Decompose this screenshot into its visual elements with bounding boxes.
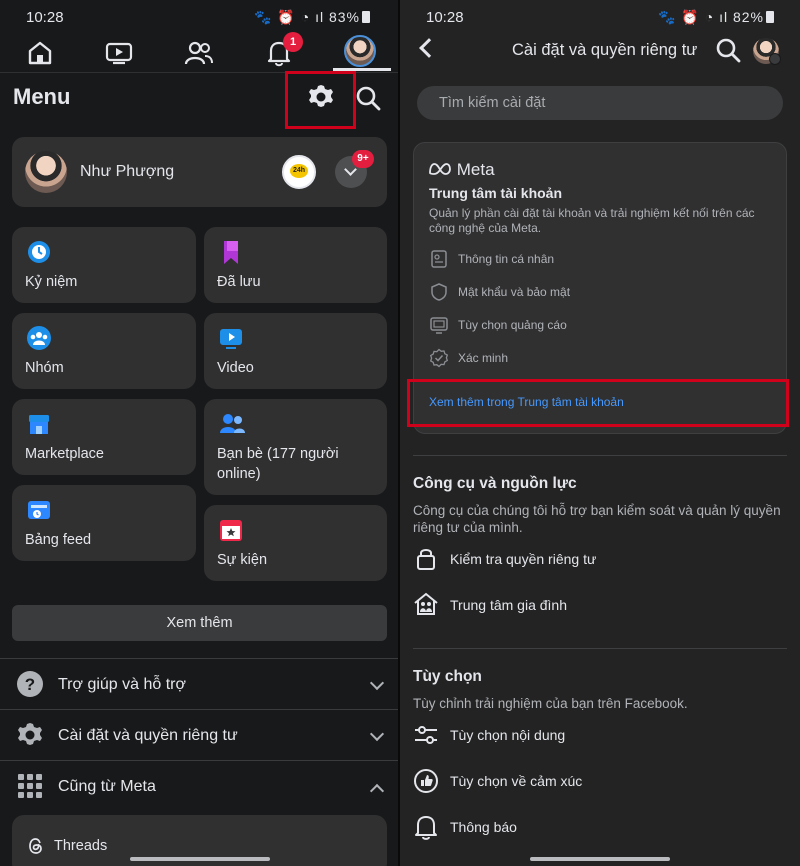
shortcut-label: Bạn bè (177 người online)	[217, 446, 339, 482]
avatar	[25, 151, 67, 193]
battery-level: 82%	[732, 9, 764, 25]
section-divider	[0, 658, 400, 659]
settings-privacy-row[interactable]: Cài đặt và quyền riêng tư	[58, 727, 238, 745]
lock-icon	[413, 545, 439, 571]
battery-icon	[766, 11, 774, 23]
preferences-section-title: Tùy chọn	[413, 668, 482, 685]
battery-icon	[362, 11, 370, 23]
battery-level: 83%	[328, 9, 360, 25]
status-time: 10:28	[26, 9, 64, 26]
settings-search-input[interactable]: Tìm kiếm cài đặt	[417, 86, 783, 120]
shortcut-label: Marketplace	[25, 446, 104, 462]
search-icon[interactable]	[355, 85, 381, 116]
shortcut-label: Đã lưu	[217, 274, 261, 290]
accounts-center-title: Trung tâm tài khoản	[429, 185, 563, 201]
home-icon[interactable]	[23, 36, 57, 70]
help-support-row[interactable]: Trợ giúp và hỗ trợ	[58, 676, 186, 694]
chevron-up-icon[interactable]	[369, 783, 385, 799]
grid-apps-icon	[17, 773, 43, 804]
accounts-center-item[interactable]: Tùy chọn quảng cáo	[458, 318, 567, 332]
accounts-center-item[interactable]: Mật khẩu và bảo mật	[458, 285, 570, 299]
ad-preferences-icon	[429, 315, 449, 335]
friends-icon	[218, 411, 245, 437]
page-title: Cài đặt và quyền riêng tư	[512, 41, 698, 59]
profile-avatar-tab[interactable]	[344, 35, 376, 67]
friends-tab-icon[interactable]	[182, 36, 216, 70]
tools-section-description: Công cụ của chúng tôi hỗ trợ bạn kiểm so…	[413, 503, 781, 535]
events-calendar-icon	[218, 517, 244, 543]
story-switch-icon[interactable]: 24h	[282, 155, 316, 189]
meta-logo-text: Meta	[456, 160, 495, 179]
help-question-icon: ?	[16, 670, 44, 703]
profile-card[interactable]	[12, 137, 387, 207]
also-from-meta-row[interactable]: Cũng từ Meta	[58, 778, 156, 796]
marketplace-store-icon	[26, 411, 52, 437]
shield-icon	[429, 282, 449, 302]
chevron-down-icon	[769, 53, 781, 65]
threads-label: Threads	[54, 838, 108, 854]
section-divider	[413, 648, 787, 649]
personal-info-icon	[429, 249, 449, 269]
notification-count-badge: 1	[283, 32, 303, 52]
home-indicator	[130, 857, 270, 861]
status-bar: 10:28 🐾 ⏰ ◔ ıl 83%	[0, 8, 400, 28]
status-bar: 10:28 🐾 ⏰ ◔ ıl 82%	[400, 8, 800, 28]
page-title: Menu	[13, 84, 71, 109]
shortcut-label: Video	[217, 360, 254, 376]
family-center-item[interactable]: Trung tâm gia đình	[450, 597, 567, 613]
video-play-icon	[218, 325, 244, 351]
video-tab-icon[interactable]	[102, 36, 136, 70]
meta-logo: Meta	[428, 160, 495, 180]
highlight-box-accounts-center	[407, 379, 789, 427]
family-center-icon	[413, 591, 439, 617]
chevron-down-icon[interactable]	[369, 675, 385, 691]
groups-icon	[26, 325, 52, 351]
status-icons: 🐾 ⏰ ◔ ıl 82%	[658, 9, 774, 26]
verified-badge-icon	[429, 348, 449, 368]
section-divider	[0, 709, 400, 710]
content-preferences-icon	[413, 722, 439, 748]
home-indicator	[530, 857, 670, 861]
profile-name: Như Phượng	[80, 163, 175, 180]
settings-gear-icon	[16, 721, 44, 754]
story-logo: 24h	[290, 164, 308, 178]
privacy-checkup-item[interactable]: Kiểm tra quyền riêng tư	[450, 551, 596, 567]
search-icon[interactable]	[715, 37, 741, 68]
highlight-box-settings	[285, 71, 356, 129]
section-divider	[413, 455, 787, 456]
status-time: 10:28	[426, 9, 464, 26]
svg-text:?: ?	[25, 675, 35, 694]
preferences-section-description: Tùy chỉnh trải nghiệm của bạn trên Faceb…	[413, 696, 688, 711]
reaction-preferences-icon	[413, 768, 439, 794]
saved-bookmark-icon	[218, 239, 244, 265]
shortcut-label: Bảng feed	[25, 532, 92, 548]
back-arrow-icon[interactable]	[419, 38, 439, 58]
accounts-center-description: Quản lý phần cài đặt tài khoản và trải n…	[429, 206, 755, 235]
accounts-center-item[interactable]: Xác minh	[458, 351, 508, 365]
account-badge: 9+	[352, 150, 374, 168]
memories-clock-icon	[26, 239, 52, 265]
notifications-item[interactable]: Thông báo	[450, 819, 517, 835]
reaction-preferences-item[interactable]: Tùy chọn về cảm xúc	[450, 773, 582, 789]
feeds-icon	[26, 497, 52, 523]
shortcut-label: Nhóm	[25, 360, 64, 376]
settings-screen: 10:28 🐾 ⏰ ◔ ıl 82% Cài đặt và quyền riên…	[400, 0, 800, 866]
status-icons: 🐾 ⏰ ◔ ıl 83%	[254, 9, 370, 26]
see-more-button[interactable]: Xem thêm	[12, 605, 387, 641]
shortcut-label: Sự kiện	[217, 552, 268, 568]
top-nav: 1	[0, 32, 400, 72]
notifications-bell-icon	[413, 814, 439, 840]
search-placeholder: Tìm kiếm cài đặt	[439, 95, 546, 111]
menu-screen: 10:28 🐾 ⏰ ◔ ıl 83% 1 Menu Như Phượng 24h…	[0, 0, 400, 866]
content-preferences-item[interactable]: Tùy chọn nội dung	[450, 727, 565, 743]
threads-logo-icon	[27, 837, 45, 860]
tools-section-title: Công cụ và nguồn lực	[413, 475, 577, 492]
section-divider	[0, 760, 400, 761]
chevron-down-icon[interactable]	[369, 726, 385, 742]
shortcut-label: Kỷ niệm	[25, 274, 78, 290]
accounts-center-item[interactable]: Thông tin cá nhân	[458, 252, 554, 266]
